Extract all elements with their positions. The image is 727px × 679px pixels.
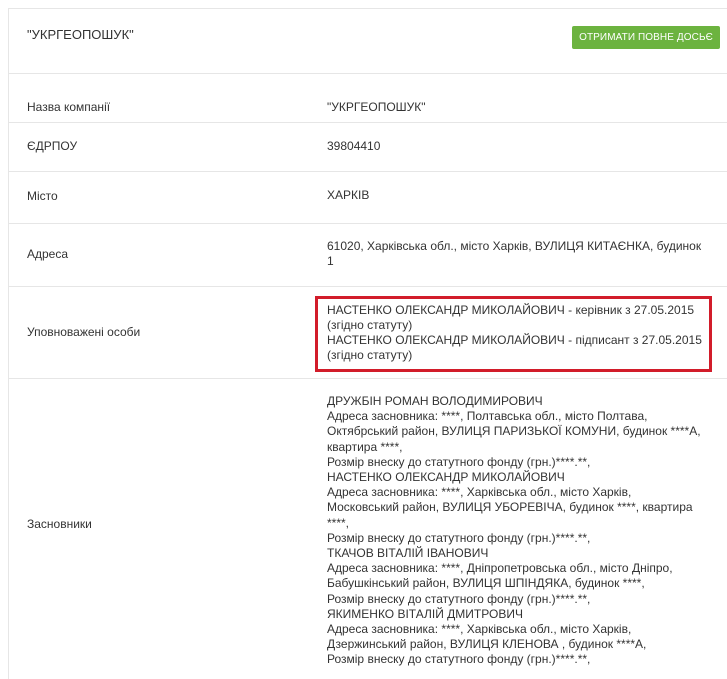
founder-line: Розмір внеску до статутного фонду (грн.)… bbox=[327, 652, 591, 667]
founder-line: ТКАЧОВ ВІТАЛІЙ ІВАНОВИЧ bbox=[327, 546, 489, 561]
address-label: Адреса bbox=[27, 247, 69, 261]
founder-line: Розмір внеску до статутного фонду (грн.)… bbox=[327, 591, 591, 606]
founder-line: ЯКИМЕНКО ВІТАЛІЙ ДМИТРОВИЧ bbox=[327, 606, 523, 621]
company-details-table: Назва компанії "УКРГЕОПОШУК" ЄДРПОУ 3980… bbox=[9, 73, 727, 679]
founder-line: Бабушкінський район, ВУЛИЦЯ ШПІНДЯКА, бу… bbox=[327, 576, 645, 591]
card-header: "УКРГЕОПОШУК" ОТРИМАТИ ПОВНЕ ДОСЬЄ bbox=[9, 9, 727, 73]
address-value: 61020, Харківська обл., місто Харків, ВУ… bbox=[327, 239, 707, 269]
founder-line: Адреса засновника: ****, Харківська обл.… bbox=[327, 485, 632, 500]
founder-line: ****, bbox=[327, 515, 350, 530]
founders-value: ДРУЖБІН РОМАН ВОЛОДИМИРОВИЧ Адреса засно… bbox=[327, 394, 707, 668]
row-company-name: Назва компанії "УКРГЕОПОШУК" bbox=[9, 73, 727, 122]
founder-line: Адреса засновника: ****, Дніпропетровськ… bbox=[327, 561, 673, 576]
founders-label: Засновники bbox=[27, 517, 92, 531]
row-address: Адреса 61020, Харківська обл., місто Хар… bbox=[9, 223, 727, 286]
row-founders: Засновники ДРУЖБІН РОМАН ВОЛОДИМИРОВИЧ А… bbox=[9, 378, 727, 679]
city-value: ХАРКІВ bbox=[327, 188, 370, 202]
founder-line: Московський район, ВУЛИЦЯ УБОРЕВІЧА, буд… bbox=[327, 500, 693, 515]
edrpou-value: 39804410 bbox=[327, 139, 381, 153]
founder-line: Октябрський район, ВУЛИЦЯ ПАРИЗЬКОЇ КОМУ… bbox=[327, 424, 701, 439]
edrpou-label: ЄДРПОУ bbox=[27, 139, 78, 153]
founder-line: НАСТЕНКО ОЛЕКСАНДР МИКОЛАЙОВИЧ bbox=[327, 470, 565, 485]
address-line: 1 bbox=[327, 254, 334, 268]
address-line: 61020, Харківська обл., місто Харків, ВУ… bbox=[327, 239, 702, 253]
authorized-line: (згідно статуту) bbox=[327, 318, 413, 332]
founder-line: Розмір внеску до статутного фонду (грн.)… bbox=[327, 530, 591, 545]
company-card: "УКРГЕОПОШУК" ОТРИМАТИ ПОВНЕ ДОСЬЄ Назва… bbox=[8, 8, 727, 679]
founder-line: Адреса засновника: ****, Харківська обл.… bbox=[327, 622, 632, 637]
city-label: Місто bbox=[27, 189, 58, 203]
authorized-line: НАСТЕНКО ОЛЕКСАНДР МИКОЛАЙОВИЧ - підписа… bbox=[327, 333, 702, 347]
founder-line: Розмір внеску до статутного фонду (грн.)… bbox=[327, 454, 591, 469]
authorized-line: НАСТЕНКО ОЛЕКСАНДР МИКОЛАЙОВИЧ - керівни… bbox=[327, 303, 695, 317]
get-full-dossier-button[interactable]: ОТРИМАТИ ПОВНЕ ДОСЬЄ bbox=[572, 26, 720, 49]
founder-line: Дзержинський район, ВУЛИЦЯ КЛЕНОВА , буд… bbox=[327, 637, 647, 652]
authorized-line: (згідно статуту) bbox=[327, 348, 413, 362]
founder-line: квартира ****, bbox=[327, 439, 403, 454]
page-title: "УКРГЕОПОШУК" bbox=[27, 27, 134, 42]
company-name-label: Назва компанії bbox=[27, 100, 111, 114]
row-edrpou: ЄДРПОУ 39804410 bbox=[9, 122, 727, 171]
authorized-persons-label: Уповноважені особи bbox=[27, 325, 141, 339]
founder-line: ДРУЖБІН РОМАН ВОЛОДИМИРОВИЧ bbox=[327, 394, 543, 408]
authorized-persons-value: НАСТЕНКО ОЛЕКСАНДР МИКОЛАЙОВИЧ - керівни… bbox=[327, 303, 707, 363]
row-authorized-persons: Уповноважені особи НАСТЕНКО ОЛЕКСАНДР МИ… bbox=[9, 286, 727, 378]
founder-line: Адреса засновника: ****, Полтавська обл.… bbox=[327, 409, 648, 424]
row-city: Місто ХАРКІВ bbox=[9, 171, 727, 223]
company-name-value: "УКРГЕОПОШУК" bbox=[327, 100, 426, 114]
